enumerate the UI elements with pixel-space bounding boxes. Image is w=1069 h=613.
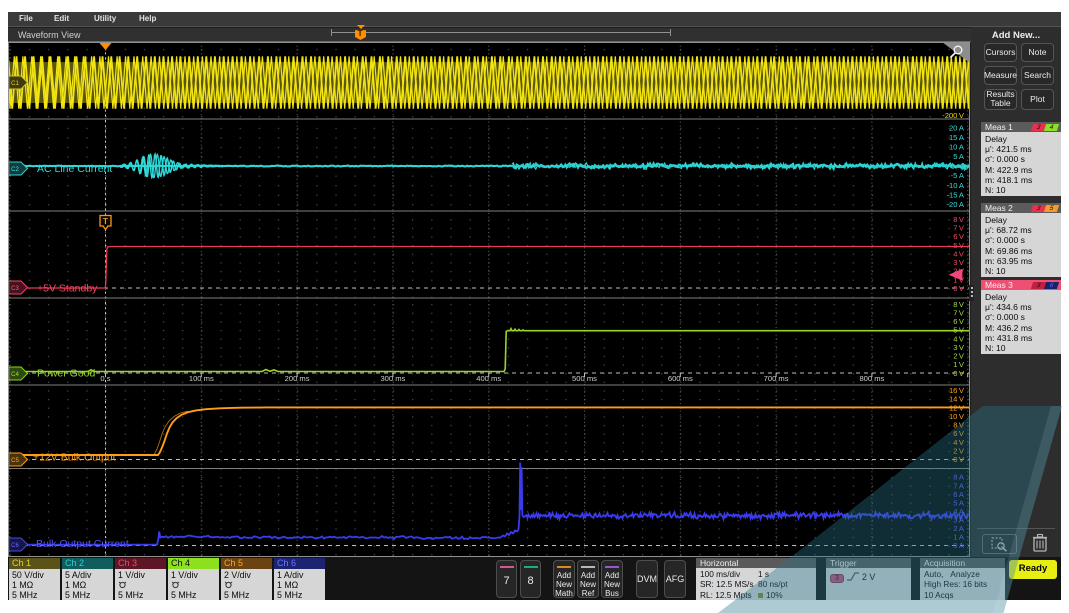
svg-text:C6: C6 [11, 543, 19, 549]
svg-text:700 ms: 700 ms [764, 374, 789, 383]
svg-text:0 V: 0 V [953, 284, 965, 293]
svg-text:Bulk Output Current: Bulk Output Current [36, 538, 129, 550]
svg-text:-15 A: -15 A [946, 190, 964, 199]
svg-text:AC Line Current: AC Line Current [37, 163, 112, 175]
svg-text:0 s: 0 s [100, 374, 110, 383]
svg-text:600 ms: 600 ms [668, 374, 693, 383]
svg-text:20 A: 20 A [949, 124, 965, 133]
svg-text:0 A: 0 A [953, 541, 965, 550]
svg-text:-10 A: -10 A [946, 181, 964, 190]
svg-text:200 ms: 200 ms [285, 374, 310, 383]
svg-text:300 ms: 300 ms [380, 374, 405, 383]
svg-text:7 V: 7 V [953, 308, 965, 317]
svg-text:400 ms: 400 ms [476, 374, 501, 383]
svg-text:3 V: 3 V [953, 343, 965, 352]
svg-text:500 ms: 500 ms [572, 374, 597, 383]
svg-text:0 V: 0 V [953, 369, 965, 378]
svg-text:6 V: 6 V [953, 429, 965, 438]
svg-text:0 V: 0 V [953, 455, 965, 464]
svg-text:T: T [103, 217, 108, 226]
svg-text:10 A: 10 A [949, 143, 965, 152]
svg-text:800 ms: 800 ms [859, 374, 884, 383]
svg-text:C4: C4 [11, 372, 19, 378]
svg-text:+12V Bulk Output: +12V Bulk Output [33, 452, 116, 464]
svg-text:14 V: 14 V [949, 395, 965, 404]
svg-text:C3: C3 [11, 286, 19, 292]
svg-text:-200 V: -200 V [942, 111, 965, 120]
svg-text:-5 A: -5 A [951, 171, 965, 180]
svg-text:-20 A: -20 A [946, 200, 964, 209]
svg-text:10 V: 10 V [949, 412, 965, 421]
svg-text:6 V: 6 V [953, 232, 965, 241]
svg-text:+5V Standby: +5V Standby [37, 283, 98, 295]
svg-text:4 V: 4 V [953, 438, 965, 447]
svg-text:100 ms: 100 ms [189, 374, 214, 383]
svg-text:C2: C2 [11, 167, 19, 173]
svg-text:C5: C5 [11, 458, 19, 464]
svg-text:5 A: 5 A [953, 152, 965, 161]
svg-text:Power Good: Power Good [37, 368, 96, 380]
svg-text:15 A: 15 A [949, 133, 965, 142]
svg-text:C1: C1 [11, 81, 19, 87]
